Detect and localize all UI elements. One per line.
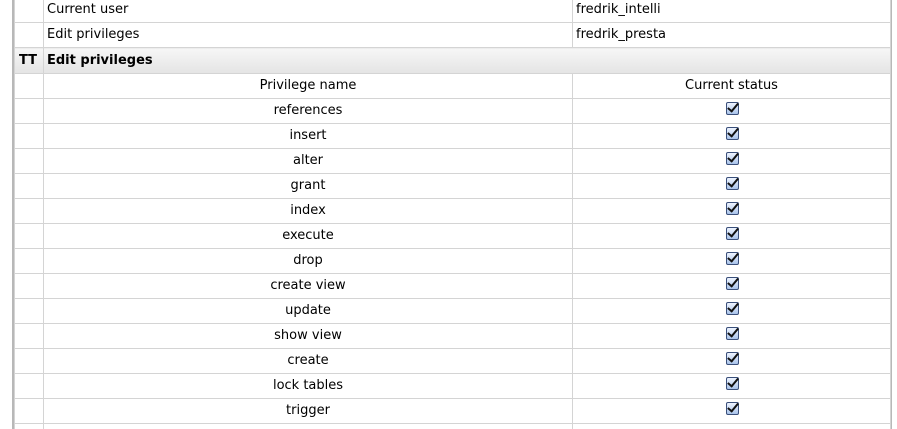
privilege-name: grant [43,173,573,199]
privilege-checkbox[interactable] [725,227,739,240]
section-header: TT Edit privileges [14,47,891,74]
privilege-name: insert [43,123,573,149]
partial-cell [572,423,891,429]
privilege-name: references [43,98,573,124]
privilege-row-spacer [14,398,44,424]
privilege-name: alter [43,148,573,174]
privilege-checkbox[interactable] [725,152,739,165]
column-header-spacer [14,73,44,99]
column-header-row: Privilege name Current status [14,73,891,99]
privilege-checkbox[interactable] [725,127,739,140]
privilege-checkbox[interactable] [725,352,739,365]
privilege-checkbox[interactable] [725,302,739,315]
privilege-status [572,348,891,374]
partial-cell [43,423,573,429]
privilege-row: references [14,98,891,124]
privilege-row: create view [14,273,891,299]
info-label: Current user [43,0,573,23]
privilege-row: drop [14,248,891,274]
privilege-row-spacer [14,223,44,249]
privilege-checkbox[interactable] [725,177,739,190]
privilege-status [572,198,891,224]
info-row-spacer [14,0,44,23]
privilege-row: execute [14,223,891,249]
privilege-checkbox[interactable] [725,252,739,265]
column-header-current-status: Current status [572,73,891,99]
privilege-row: create [14,348,891,374]
privilege-name: execute [43,223,573,249]
privilege-name: show view [43,323,573,349]
privilege-checkbox[interactable] [725,277,739,290]
privilege-checkbox[interactable] [725,402,739,415]
privilege-status [572,173,891,199]
privilege-row-spacer [14,248,44,274]
privilege-status [572,148,891,174]
privilege-status [572,248,891,274]
privilege-row-spacer [14,173,44,199]
privilege-row-spacer [14,298,44,324]
privilege-row: alter [14,148,891,174]
privilege-status [572,123,891,149]
privilege-checkbox[interactable] [725,327,739,340]
privilege-row: show view [14,323,891,349]
info-row-edit-privileges: Edit privileges fredrik_presta [14,22,891,48]
privilege-name: index [43,198,573,224]
privilege-checkbox[interactable] [725,377,739,390]
privilege-row-spacer [14,323,44,349]
privilege-status [572,398,891,424]
privilege-row-spacer [14,373,44,399]
privilege-row-spacer [14,123,44,149]
privilege-name: create [43,348,573,374]
privilege-row: index [14,198,891,224]
column-header-privilege-name: Privilege name [43,73,573,99]
privilege-name: trigger [43,398,573,424]
section-tt-label: TT [14,47,44,74]
privilege-row: lock tables [14,373,891,399]
privilege-status [572,223,891,249]
privilege-name: lock tables [43,373,573,399]
privilege-row: trigger [14,398,891,424]
privilege-row-spacer [14,198,44,224]
privilege-row: grant [14,173,891,199]
info-value: fredrik_intelli [572,0,891,23]
info-value: fredrik_presta [572,22,891,48]
section-title: Edit privileges [43,47,891,74]
privilege-checkbox[interactable] [725,202,739,215]
privilege-status [572,273,891,299]
info-row-spacer [14,22,44,48]
privileges-panel: Current user fredrik_intelli Edit privil… [0,0,897,429]
privileges-table: Current user fredrik_intelli Edit privil… [14,0,891,429]
partial-cell [14,423,44,429]
privilege-status [572,298,891,324]
info-row-current-user: Current user fredrik_intelli [14,0,891,23]
privilege-row-spacer [14,273,44,299]
privilege-status [572,373,891,399]
privilege-status [572,98,891,124]
partial-row [14,423,891,429]
privilege-name: drop [43,248,573,274]
privilege-name: create view [43,273,573,299]
privilege-row: update [14,298,891,324]
privilege-row: insert [14,123,891,149]
privilege-row-spacer [14,98,44,124]
privilege-status [572,323,891,349]
privilege-row-spacer [14,148,44,174]
info-label: Edit privileges [43,22,573,48]
privilege-checkbox[interactable] [725,102,739,115]
privilege-row-spacer [14,348,44,374]
privilege-name: update [43,298,573,324]
